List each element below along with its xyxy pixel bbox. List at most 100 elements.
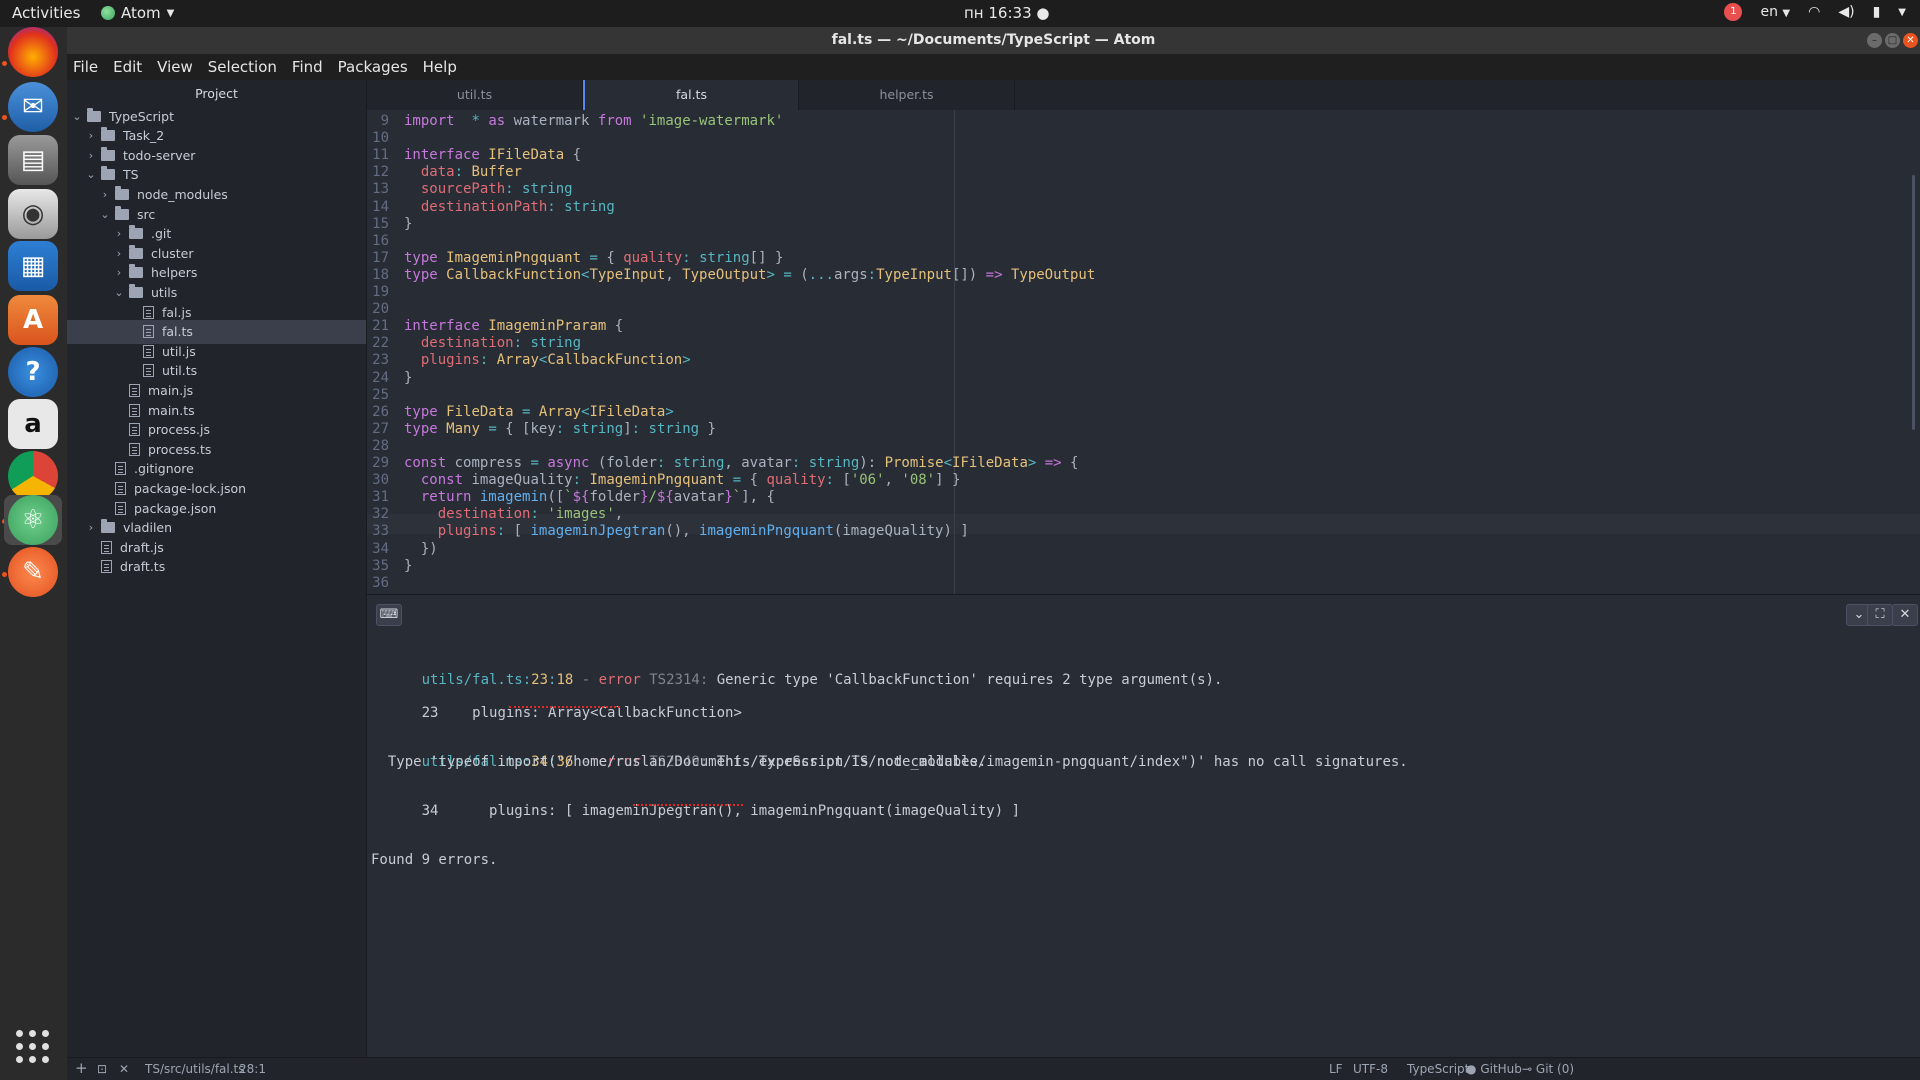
- code-editor[interactable]: 9 import * as watermark from 'image-water…: [367, 110, 1920, 594]
- close-terminal-icon[interactable]: ✕: [119, 1062, 129, 1076]
- menu-edit[interactable]: Edit: [113, 58, 142, 76]
- error-summary: Found 9 errors.: [371, 852, 498, 868]
- app-menu[interactable]: Atom ▼: [101, 4, 174, 22]
- code-token: =: [530, 455, 539, 471]
- menu-find[interactable]: Find: [292, 58, 323, 76]
- chrome-icon[interactable]: [8, 451, 58, 501]
- code-token: <: [581, 403, 590, 420]
- software-center-icon[interactable]: A: [8, 295, 58, 345]
- line-number: 21: [372, 318, 389, 335]
- chevron-down-icon: ⌄: [114, 285, 124, 299]
- system-menu-chevron-icon[interactable]: ▼: [1898, 7, 1906, 18]
- git-button[interactable]: ⊸ Git (0): [1522, 1062, 1574, 1076]
- maximize-panel-icon[interactable]: ⛶: [1867, 604, 1893, 626]
- atom-icon[interactable]: ⚛: [8, 495, 58, 545]
- code-token: :: [505, 181, 514, 198]
- code-token: const: [420, 472, 464, 489]
- files-icon[interactable]: ▤: [8, 135, 58, 185]
- code-token: from: [597, 113, 632, 129]
- line-number: 34: [372, 540, 389, 557]
- wrap-guide: [954, 110, 955, 594]
- tab-fal-ts[interactable]: fal.ts: [583, 80, 799, 110]
- code-line: return imagemin([`${folder}/${avatar}`],…: [404, 489, 775, 505]
- code-token: (),: [665, 523, 700, 540]
- tab-util-ts[interactable]: util.ts: [367, 80, 583, 110]
- code-token: plugins: [437, 523, 497, 540]
- code-token: =>: [985, 266, 1003, 283]
- menu-selection[interactable]: Selection: [208, 58, 277, 76]
- menu-packages[interactable]: Packages: [338, 58, 408, 76]
- error-file: utils/fal.ts: [421, 672, 523, 688]
- tree-item-label: util.ts: [162, 363, 198, 379]
- notification-icon[interactable]: 1: [1724, 3, 1743, 21]
- project-tree: Project ⌄ TypeScript › Task_2 › todo-server ⌄ T…: [67, 80, 367, 1057]
- code-token: :: [555, 420, 565, 437]
- grammar[interactable]: TypeScript: [1407, 1062, 1469, 1076]
- menu-file[interactable]: File: [73, 58, 98, 76]
- clock[interactable]: пн 16:33 ●: [964, 4, 1049, 22]
- code-token: imagemin: [479, 489, 548, 506]
- help-icon[interactable]: ?: [8, 347, 58, 397]
- close-panel-icon[interactable]: ✕: [1892, 604, 1918, 626]
- writer-icon[interactable]: ▦: [8, 241, 58, 291]
- show-applications-icon[interactable]: [16, 1030, 50, 1064]
- add-terminal-icon[interactable]: +: [75, 1059, 88, 1077]
- code-token: }: [404, 557, 413, 574]
- file-path[interactable]: TS/src/utils/fal.ts: [145, 1062, 245, 1076]
- code-line: interface ImageminPraram {: [404, 318, 623, 334]
- volume-icon[interactable]: ◀): [1838, 4, 1854, 20]
- code-token: { [key: [496, 420, 556, 437]
- code-line: }: [404, 216, 412, 232]
- minimize-icon[interactable]: –: [1867, 33, 1882, 48]
- github-button[interactable]: ● GitHub: [1466, 1062, 1522, 1076]
- editor-scrollbar[interactable]: [1912, 175, 1915, 430]
- menu-view[interactable]: View: [157, 58, 193, 76]
- code-token: string: [572, 420, 624, 437]
- line-ending[interactable]: LF: [1329, 1062, 1343, 1076]
- rhythmbox-icon[interactable]: ◉: [8, 189, 58, 239]
- line-number: 19: [372, 284, 389, 300]
- tree-item-label: src: [137, 206, 156, 222]
- menu-help[interactable]: Help: [423, 58, 457, 76]
- wifi-icon[interactable]: ◠: [1808, 4, 1820, 20]
- postman-icon[interactable]: ✎: [8, 547, 58, 597]
- line-number: 12: [372, 164, 389, 181]
- tree-item-label: helpers: [151, 265, 198, 281]
- code-token: type: [404, 249, 438, 266]
- thunderbird-icon[interactable]: ✉: [8, 82, 58, 132]
- code-token: :: [825, 472, 834, 489]
- tab-helper-ts[interactable]: helper.ts: [799, 80, 1015, 110]
- code-token: `: [732, 489, 742, 506]
- chevron-right-icon: ›: [88, 129, 94, 143]
- line-number: 17: [372, 249, 389, 266]
- code-token: '08': [901, 472, 936, 489]
- code-token: ${: [656, 489, 674, 506]
- code-token: ], {: [741, 489, 775, 506]
- keyboard-icon[interactable]: ⌨: [376, 604, 402, 626]
- code-token: =: [783, 266, 792, 283]
- language-indicator[interactable]: en ▼: [1760, 4, 1790, 20]
- tree-file[interactable]: draft.ts: [67, 555, 366, 579]
- close-window-icon[interactable]: ✕: [1903, 33, 1918, 48]
- code-token: args: [833, 266, 868, 283]
- maximize-icon[interactable]: □: [1885, 33, 1900, 48]
- encoding[interactable]: UTF-8: [1353, 1062, 1388, 1076]
- code-token: =: [589, 249, 598, 266]
- line-number: 15: [372, 215, 389, 232]
- battery-icon[interactable]: ▮: [1873, 4, 1881, 20]
- code-line: import * as watermark from 'image-waterm…: [404, 113, 783, 129]
- amazon-icon[interactable]: a: [8, 399, 58, 449]
- firefox-icon[interactable]: [8, 27, 58, 77]
- activities-button[interactable]: Activities: [12, 4, 80, 22]
- tab-bar: util.ts fal.ts helper.ts: [367, 80, 1920, 110]
- app-menu-label: Atom: [121, 4, 161, 22]
- line-number: 16: [372, 232, 389, 249]
- cursor-position[interactable]: 28:1: [239, 1062, 266, 1076]
- terminal-icon[interactable]: ⊡: [97, 1062, 107, 1076]
- code-token: [: [505, 523, 531, 540]
